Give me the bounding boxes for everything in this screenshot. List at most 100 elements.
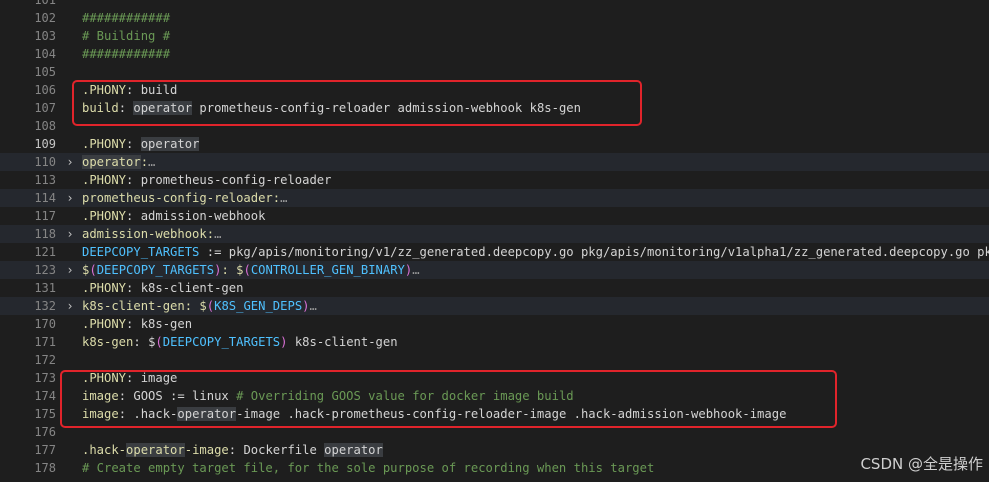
line-number: 177	[34, 443, 56, 457]
code-token: …	[280, 191, 288, 205]
line-number: 175	[34, 407, 56, 421]
code-line[interactable]: 118 › admission-webhook:…	[0, 225, 989, 243]
code-token: …	[412, 263, 420, 277]
code-line[interactable]: 172	[0, 351, 989, 369]
code-token: :	[133, 335, 149, 349]
code-line[interactable]: 105	[0, 63, 989, 81]
code-token: operator	[324, 443, 383, 457]
code-token: (	[89, 263, 97, 277]
line-number: 113	[34, 173, 56, 187]
code-token: : prometheus-config-reloader	[126, 173, 332, 187]
code-token: K8S_GEN_DEPS	[214, 299, 303, 313]
code-text: .PHONY: k8s-client-gen	[82, 279, 243, 297]
line-number: 123	[34, 263, 56, 277]
line-number: 109	[34, 137, 56, 151]
line-number: 176	[34, 425, 56, 439]
watermark: CSDN @全是操作	[860, 455, 983, 473]
code-token: DEEPCOPY_TARGETS	[82, 245, 200, 259]
code-token: …	[309, 299, 317, 313]
code-text: k8s-client-gen: $(K8S_GEN_DEPS)…	[82, 297, 317, 315]
code-token: .PHONY	[82, 281, 127, 295]
code-line[interactable]: 178 # Create empty target file, for the s…	[0, 459, 989, 477]
code-token: k8s-client-gen	[287, 335, 398, 349]
code-line[interactable]: 110 › operator:…	[0, 153, 989, 171]
code-text: k8s-gen: $(DEEPCOPY_TARGETS) k8s-client-…	[82, 333, 398, 351]
fold-chevron-icon[interactable]: ›	[64, 225, 76, 243]
code-token: $	[199, 299, 207, 313]
line-number: 172	[34, 353, 56, 367]
code-token: := pkg/apis/monitoring/v1/zz_generated.d…	[199, 245, 989, 259]
partial-top-line: 101	[0, 0, 989, 9]
code-token: DEEPCOPY_TARGETS	[162, 335, 281, 349]
code-token: :	[221, 263, 237, 277]
fold-chevron-icon[interactable]: ›	[64, 297, 76, 315]
line-number: 103	[34, 29, 56, 43]
code-line[interactable]: 113 .PHONY: prometheus-config-reloader	[0, 171, 989, 189]
code-token: (	[206, 299, 215, 313]
line-number: 170	[34, 317, 56, 331]
code-text: DEEPCOPY_TARGETS := pkg/apis/monitoring/…	[82, 243, 989, 261]
code-token: DEEPCOPY_TARGETS	[96, 263, 215, 277]
code-token: )	[280, 335, 288, 349]
line-number: 132	[34, 299, 56, 313]
code-token: )	[302, 299, 310, 313]
code-token: .hack-	[82, 443, 127, 457]
code-line[interactable]: 131 .PHONY: k8s-client-gen	[0, 279, 989, 297]
code-text: # Building #	[82, 27, 170, 45]
code-text: prometheus-config-reloader:…	[82, 189, 287, 207]
code-line[interactable]: 170 .PHONY: k8s-gen	[0, 315, 989, 333]
code-text: # Create empty target file, for the sole…	[82, 459, 654, 477]
code-line[interactable]: 109 .PHONY: operator	[0, 135, 989, 153]
line-number: 173	[34, 371, 56, 385]
code-text: .PHONY: operator	[82, 135, 200, 153]
code-line[interactable]: 171 k8s-gen: $(DEEPCOPY_TARGETS) k8s-clie…	[0, 333, 989, 351]
fold-chevron-icon[interactable]: ›	[64, 261, 76, 279]
code-token: …	[148, 155, 156, 169]
code-text: .PHONY: prometheus-config-reloader	[82, 171, 331, 189]
code-token: k8s-client-gen	[82, 299, 185, 313]
code-line[interactable]: 123 › $(DEEPCOPY_TARGETS): $(CONTROLLER_GE…	[0, 261, 989, 279]
code-token: : k8s-client-gen	[126, 281, 244, 295]
annotation-box-image	[60, 370, 837, 428]
code-line[interactable]: 132 › k8s-client-gen: $(K8S_GEN_DEPS)…	[0, 297, 989, 315]
code-text: .hack-operator-image: Dockerfile operato…	[82, 441, 383, 459]
code-line[interactable]: 104 ############	[0, 45, 989, 63]
line-number: 110	[34, 155, 56, 169]
code-token: : Dockerfile	[228, 443, 325, 457]
line-number: 114	[34, 191, 56, 205]
code-token: prometheus-config-reloader:	[82, 191, 281, 205]
code-line[interactable]: 102 ############	[0, 9, 989, 27]
code-text: admission-webhook:…	[82, 225, 221, 243]
code-token: .PHONY	[82, 173, 127, 187]
line-number: 117	[34, 209, 56, 223]
code-token: # Create empty target file, for the sole…	[82, 461, 655, 475]
code-token: k8s-gen	[82, 335, 134, 349]
code-line[interactable]: 121 DEEPCOPY_TARGETS := pkg/apis/monitori…	[0, 243, 989, 261]
code-text: operator:…	[82, 153, 155, 171]
code-token: (	[243, 263, 251, 277]
code-text: $(DEEPCOPY_TARGETS): $(CONTROLLER_GEN_BI…	[82, 261, 420, 279]
code-line[interactable]: 177 .hack-operator-image: Dockerfile oper…	[0, 441, 989, 459]
fold-chevron-icon[interactable]: ›	[64, 153, 76, 171]
code-line[interactable]: 114 › prometheus-config-reloader:…	[0, 189, 989, 207]
line-number: 104	[34, 47, 56, 61]
line-number: 107	[34, 101, 56, 115]
code-token: # Building #	[82, 29, 171, 43]
fold-chevron-icon[interactable]: ›	[64, 189, 76, 207]
code-token: :	[140, 155, 149, 169]
code-editor[interactable]: 101 102 ############ 103 # Building # 104 ###…	[0, 0, 989, 482]
code-text: .PHONY: k8s-gen	[82, 315, 192, 333]
code-line[interactable]: 103 # Building #	[0, 27, 989, 45]
code-line[interactable]: 117 .PHONY: admission-webhook	[0, 207, 989, 225]
line-number: 171	[34, 335, 56, 349]
code-token: : k8s-gen	[126, 317, 193, 331]
line-number: 178	[34, 461, 56, 475]
line-number: 108	[34, 119, 56, 133]
code-text: ############	[82, 9, 170, 27]
code-token: : admission-webhook	[126, 209, 266, 223]
code-token: .PHONY	[82, 209, 127, 223]
code-text: .PHONY: admission-webhook	[82, 207, 265, 225]
code-token: (	[155, 335, 163, 349]
line-number: 121	[34, 245, 56, 259]
code-token: :	[126, 137, 141, 151]
